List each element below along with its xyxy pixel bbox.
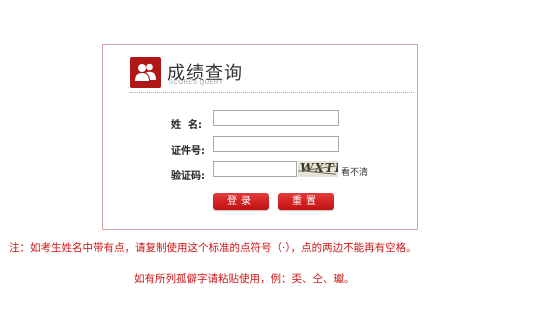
- login-button[interactable]: 登录: [213, 193, 269, 210]
- name-label: 姓 名:: [171, 120, 202, 131]
- scores-query-panel: 成绩查询 SCORES QUERY 姓 名: 证件号: 验证码: WXTR 看不…: [102, 44, 418, 230]
- name-input[interactable]: [213, 110, 339, 126]
- captcha-input[interactable]: [213, 161, 297, 177]
- page-subtitle: SCORES QUERY: [169, 80, 224, 86]
- reset-button[interactable]: 重置: [278, 193, 334, 210]
- id-number-input[interactable]: [213, 136, 339, 152]
- captcha-image[interactable]: WXTR: [298, 161, 338, 177]
- user-group-icon: [130, 57, 161, 88]
- rare-character-note: 如有所列孤僻字请粘贴使用，例：奀、仝、瓛。: [134, 273, 355, 285]
- refresh-captcha-link[interactable]: 看不清: [341, 165, 368, 178]
- id-number-label: 证件号:: [171, 146, 205, 157]
- dot-symbol-note: 注：如考生姓名中带有点，请复制使用这个标准的点符号（·），点的两边不能再有空格。: [9, 242, 417, 254]
- header-divider: [130, 92, 414, 93]
- captcha-label: 验证码:: [171, 171, 205, 182]
